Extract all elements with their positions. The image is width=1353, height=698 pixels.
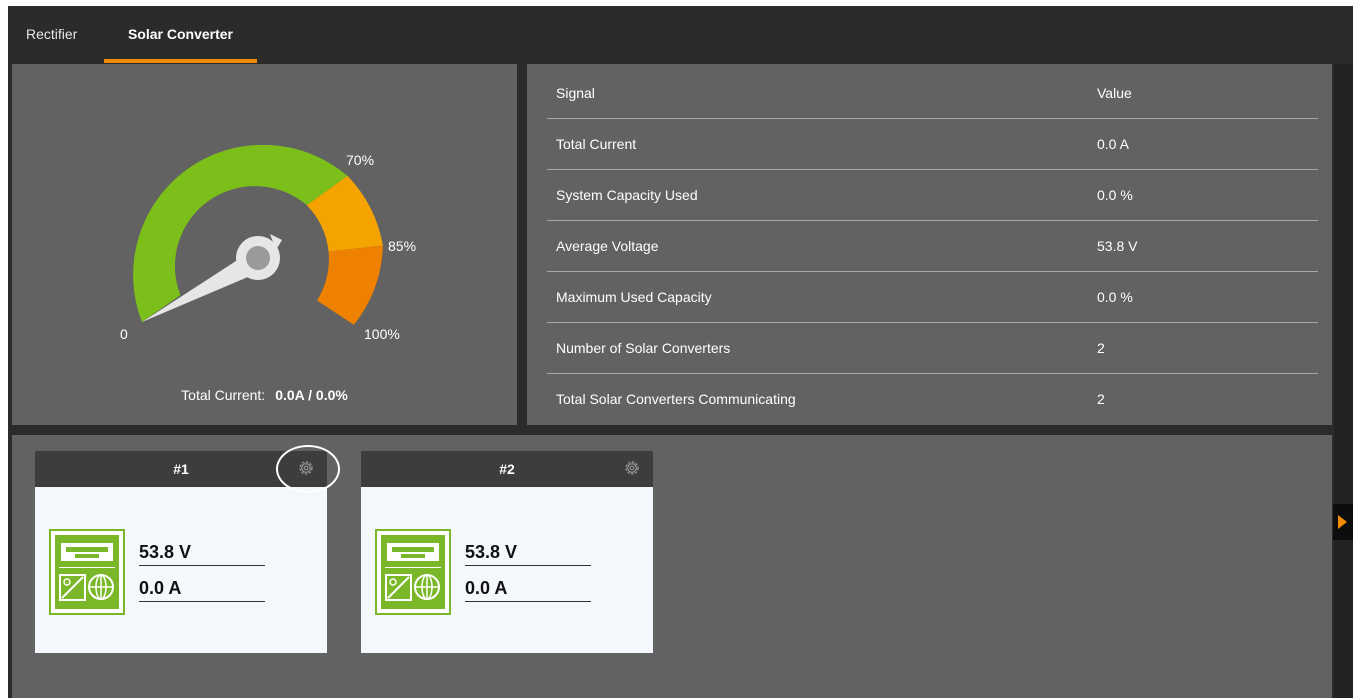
signal-name: Total Solar Converters Communicating <box>556 391 796 407</box>
converter-list-panel: #1 53.8 V 0.0 A #2 53.8 V 0.0 A <box>12 435 1332 698</box>
signal-value: 0.0 % <box>1097 289 1133 305</box>
signal-name: Maximum Used Capacity <box>556 289 712 305</box>
signal-value: 2 <box>1097 340 1105 356</box>
table-row: Maximum Used Capacity 0.0 % <box>547 272 1318 323</box>
gauge-label-0: 0 <box>120 326 128 342</box>
signal-name: Total Current <box>556 136 637 152</box>
total-current-line: Total Current: 0.0A / 0.0% <box>12 387 517 403</box>
signal-value: 2 <box>1097 391 1105 407</box>
tab-rectifier[interactable]: Rectifier <box>26 6 77 63</box>
signal-name: Average Voltage <box>556 238 659 254</box>
table-header-row: Signal Value <box>547 68 1318 119</box>
gauge-label-70: 70% <box>346 152 375 168</box>
converter-voltage: 53.8 V <box>139 538 265 566</box>
total-current-value: 0.0A / 0.0% <box>275 387 348 403</box>
gauge-green-segment <box>133 144 348 322</box>
converter-voltage: 53.8 V <box>465 538 591 566</box>
play-arrow-icon <box>1338 515 1347 529</box>
gauge-label-100: 100% <box>364 326 400 342</box>
expand-panel-button[interactable] <box>1333 504 1353 540</box>
signal-value: 0.0 % <box>1097 187 1133 203</box>
converter-card-2[interactable]: #2 53.8 V 0.0 A <box>361 451 653 653</box>
signal-name: Number of Solar Converters <box>556 340 731 356</box>
tab-bar: Rectifier Solar Converter <box>8 6 1353 63</box>
gauge-orange-segment <box>317 245 383 325</box>
card-header: #1 <box>35 445 340 493</box>
gauge-label-85: 85% <box>388 238 417 254</box>
card-header: #2 <box>361 451 653 487</box>
solar-converter-icon <box>49 529 125 615</box>
side-panel-strip <box>1334 64 1353 698</box>
gauge-panel: 0 70% 85% 100% Total Current: 0.0A / 0.0% <box>12 64 517 425</box>
total-current-label: Total Current: <box>181 387 266 403</box>
converter-card-1[interactable]: #1 53.8 V 0.0 A <box>35 445 340 653</box>
solar-converter-icon <box>375 529 451 615</box>
table-row: System Capacity Used 0.0 % <box>547 170 1318 221</box>
table-row: Average Voltage 53.8 V <box>547 221 1318 272</box>
signal-name: System Capacity Used <box>556 187 698 203</box>
converter-current: 0.0 A <box>139 574 265 602</box>
app-window: Rectifier Solar Converter 0 70% 85% 100%… <box>8 6 1353 698</box>
highlight-ring <box>276 445 340 493</box>
signal-table-panel: Signal Value Total Current 0.0 A System … <box>527 64 1332 425</box>
table-row: Total Current 0.0 A <box>547 119 1318 170</box>
tab-solar-converter[interactable]: Solar Converter <box>104 6 257 63</box>
signal-value: 0.0 A <box>1097 136 1129 152</box>
converter-current: 0.0 A <box>465 574 591 602</box>
signal-header: Signal <box>556 85 595 101</box>
table-row: Total Solar Converters Communicating 2 <box>547 374 1318 425</box>
card-title: #2 <box>499 461 515 477</box>
value-header: Value <box>1097 85 1132 101</box>
gear-icon[interactable] <box>623 459 641 477</box>
table-row: Number of Solar Converters 2 <box>547 323 1318 374</box>
signal-value: 53.8 V <box>1097 238 1138 254</box>
capacity-gauge <box>133 144 383 325</box>
